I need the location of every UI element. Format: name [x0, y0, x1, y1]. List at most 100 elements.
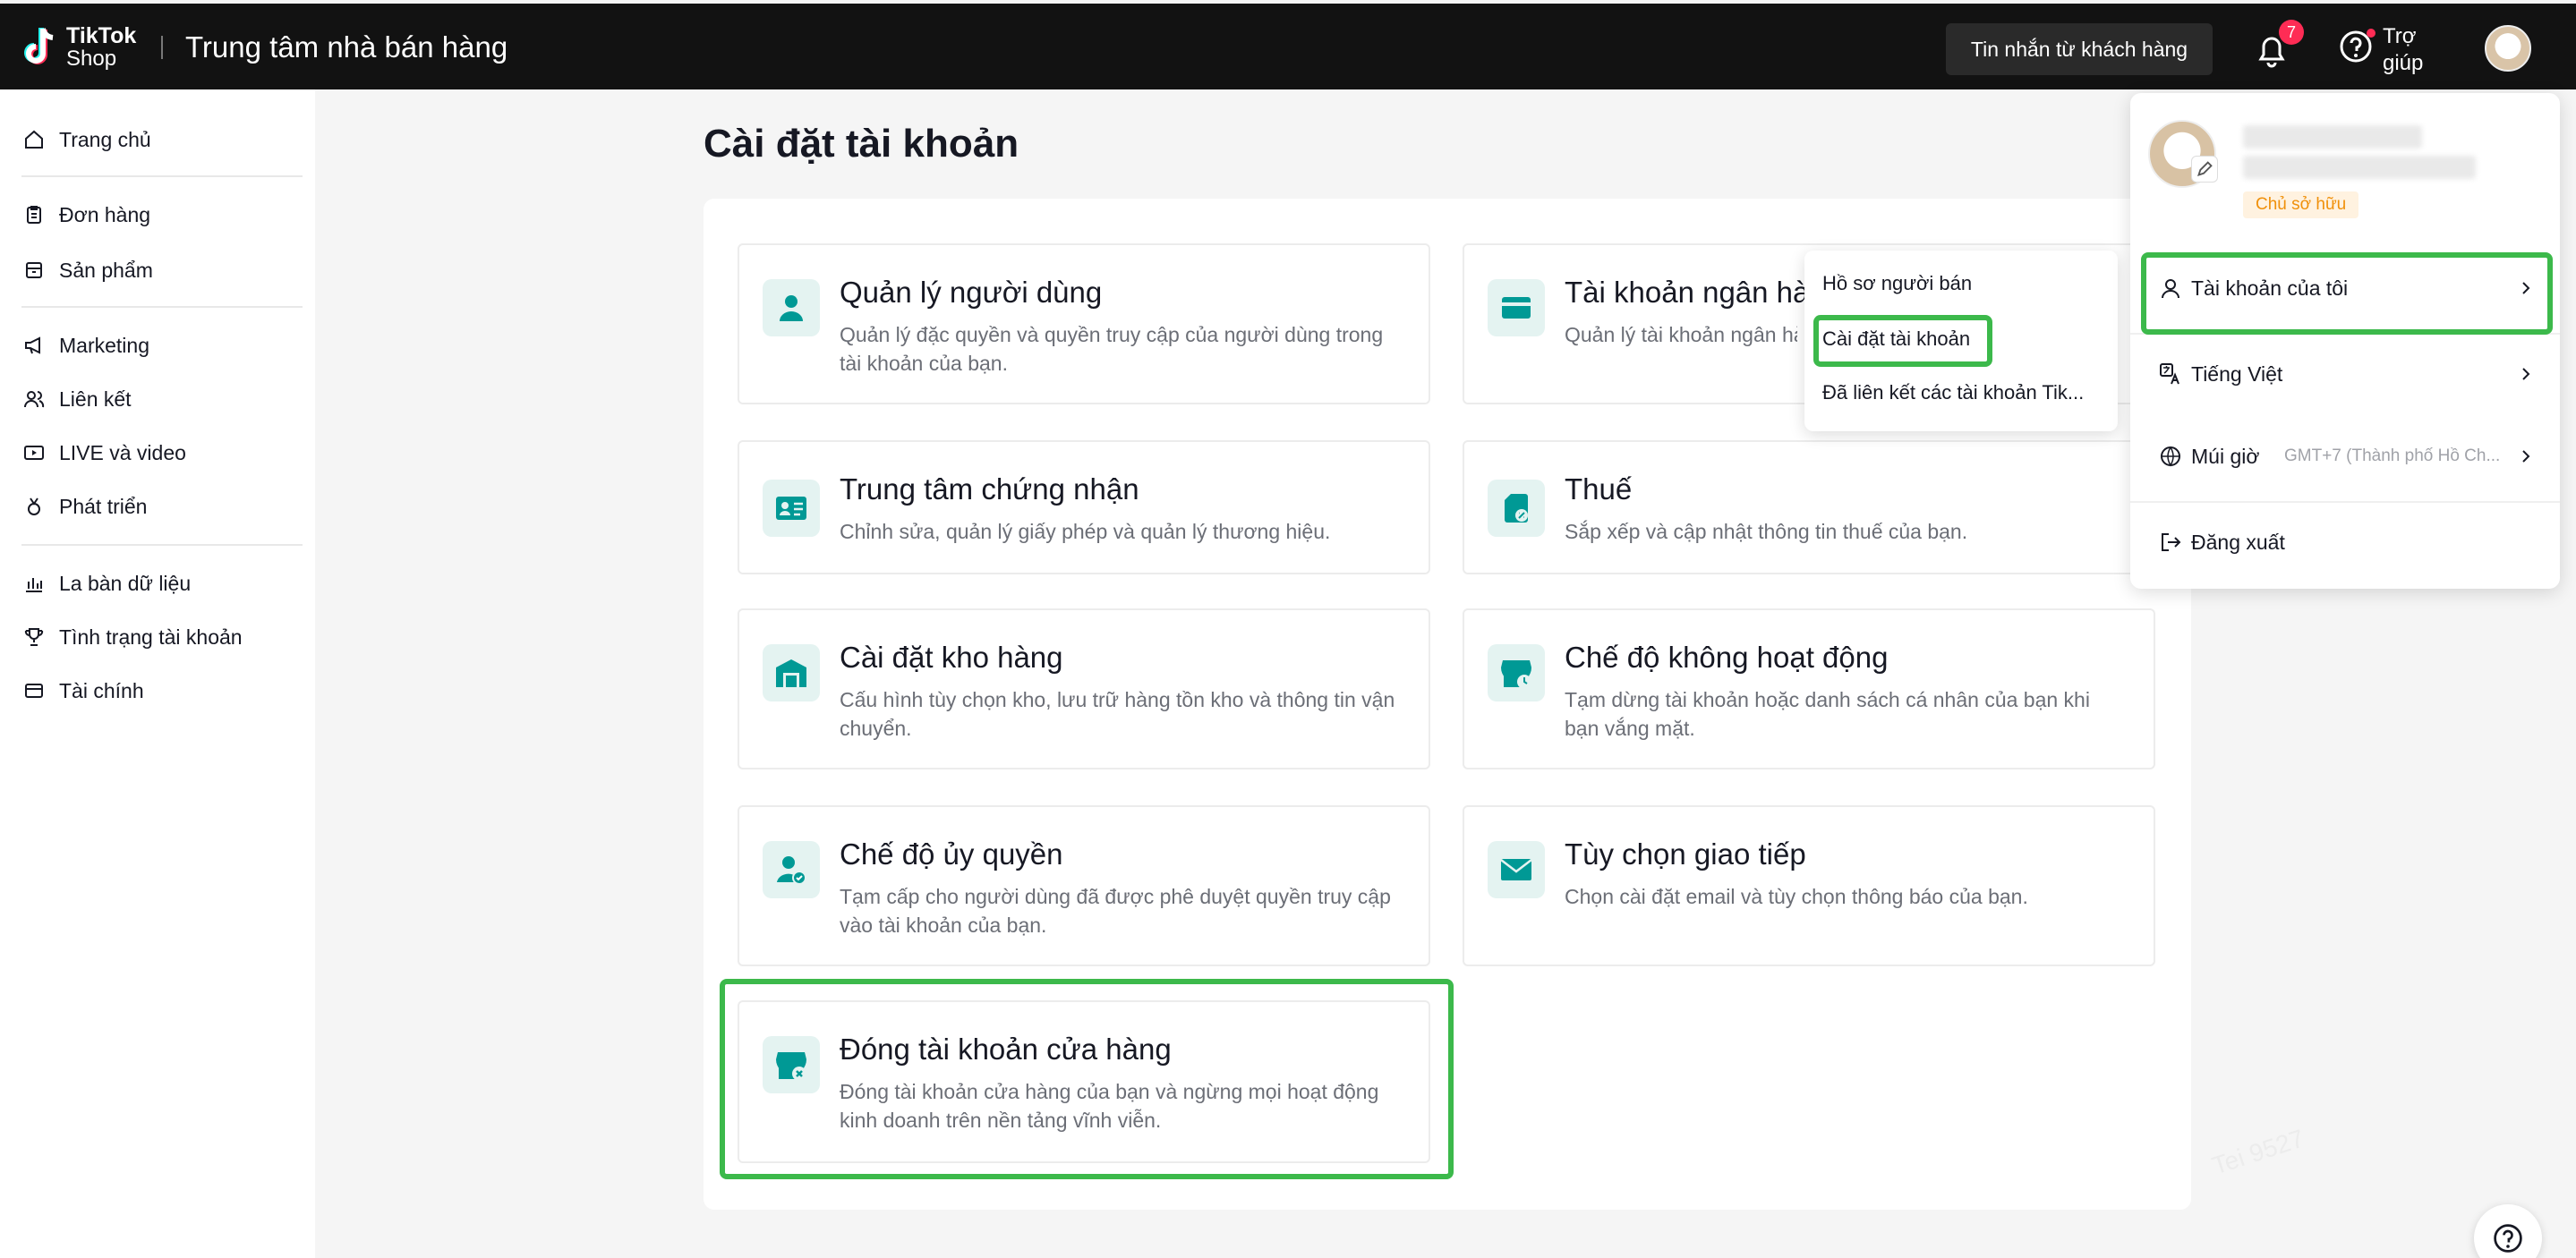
card-title: Chế độ ủy quyền — [840, 837, 1063, 871]
submenu-seller-profile[interactable]: Hồ sơ người bán — [1822, 272, 1972, 295]
brand-bottom: Shop — [66, 47, 117, 71]
card-tax[interactable]: Thuế Sắp xếp và cập nhật thông tin thuế … — [1463, 440, 2155, 574]
user-icon — [780, 295, 803, 321]
sidebar-item-label: La bàn dữ liệu — [59, 571, 192, 595]
trophy-icon — [24, 628, 44, 646]
watermark: Tei 9527 — [2208, 1124, 2307, 1180]
header-divider — [161, 36, 163, 59]
id-card-icon — [776, 497, 806, 520]
card-delegation-mode[interactable]: Chế độ ủy quyền Tạm cấp cho người dùng đ… — [738, 805, 1430, 966]
chevron-right-icon — [2522, 450, 2530, 463]
card-description: Tạm cấp cho người dùng đã được phê duyệt… — [840, 885, 1391, 937]
help-dot — [2367, 29, 2376, 38]
user-check-icon — [777, 856, 806, 885]
card-warehouse-settings[interactable]: Cài đặt kho hàng Cấu hình tùy chọn kho, … — [738, 608, 1430, 769]
menu-logout[interactable]: Đăng xuất — [2130, 508, 2560, 576]
sidebar-item-data-compass[interactable]: La bàn dữ liệu — [23, 565, 191, 601]
sidebar-item-products[interactable]: Sản phẩm — [23, 252, 153, 288]
menu-label: Tiếng Việt — [2191, 361, 2283, 386]
card-description: Chỉnh sửa, quản lý giấy phép và quản lý … — [840, 520, 1331, 543]
translate-icon — [2160, 363, 2179, 385]
sidebar-item-live-video[interactable]: LIVE và video — [23, 435, 186, 471]
card-title: Trung tâm chứng nhận — [840, 472, 1139, 506]
video-icon — [24, 446, 44, 460]
blurred-shop-name — [2243, 125, 2422, 149]
sidebar-item-marketing[interactable]: Marketing — [23, 327, 149, 363]
tiktok-logo-icon — [24, 28, 54, 64]
user-avatar[interactable] — [2485, 25, 2531, 72]
sidebar-item-label: Tình trạng tài khoản — [59, 625, 243, 649]
sidebar-item-affiliate[interactable]: Liên kết — [23, 381, 132, 417]
menu-timezone[interactable]: Múi giờ GMT+7 (Thành phố Hồ Ch... — [2130, 422, 2560, 490]
card-description: Sắp xếp và cập nhật thông tin thuế của b… — [1565, 520, 1968, 543]
notification-badge: 7 — [2279, 20, 2304, 45]
card-description: Quản lý tài khoản ngân hà — [1565, 323, 1797, 346]
sidebar-item-label: Trang chủ — [59, 127, 151, 151]
sidebar-item-label: Marketing — [59, 333, 149, 357]
megaphone-icon — [25, 336, 40, 354]
chevron-right-icon — [2522, 368, 2530, 380]
top-bar: TikTok Shop Trung tâm nhà bán hàng Tin n… — [0, 4, 2576, 89]
account-dropdown: Chủ sở hữu Tài khoản của tôi Tiếng Việt … — [2130, 93, 2560, 589]
help-floating-button[interactable] — [2474, 1204, 2542, 1258]
brand-top: TikTok — [66, 23, 137, 48]
sidebar-item-home[interactable]: Trang chủ — [23, 122, 151, 157]
card-user-management[interactable]: Quản lý người dùng Quản lý đặc quyền và … — [738, 243, 1430, 404]
sidebar-item-label: Tài chính — [59, 678, 144, 702]
customer-messages-button[interactable]: Tin nhắn từ khách hàng — [1946, 23, 2213, 75]
card-description: Cấu hình tùy chọn kho, lưu trữ hàng tồn … — [840, 688, 1395, 740]
sidebar-divider — [21, 306, 303, 308]
sidebar-item-label: LIVE và video — [59, 440, 186, 464]
sidebar-item-finance[interactable]: Tài chính — [23, 673, 144, 709]
highlight-my-account — [2141, 252, 2553, 335]
card-description: Tạm dừng tài khoản hoặc danh sách cá nhâ… — [1565, 688, 2090, 740]
card-title: Tùy chọn giao tiếp — [1565, 837, 1806, 871]
chart-icon — [26, 578, 42, 592]
sidebar-item-label: Liên kết — [59, 387, 132, 411]
medal-icon — [28, 497, 40, 515]
card-communication-preferences[interactable]: Tùy chọn giao tiếp Chọn cài đặt email và… — [1463, 805, 2155, 966]
card-title: Chế độ không hoạt động — [1565, 641, 1889, 674]
card-description: Quản lý đặc quyền và quyền truy cập của … — [840, 323, 1384, 375]
blurred-shop-id — [2243, 156, 2476, 179]
question-icon — [2494, 1224, 2522, 1253]
owner-role-badge: Chủ sở hữu — [2243, 191, 2359, 218]
sidebar: Trang chủ Đơn hàng Sản phẩm Marketing Li… — [0, 89, 315, 1258]
wallet-icon — [25, 684, 43, 698]
store-clock-icon — [1501, 660, 1531, 689]
sidebar-item-account-health[interactable]: Tình trạng tài khoản — [23, 619, 243, 655]
card-title: Thuế — [1565, 472, 1633, 506]
home-icon — [25, 130, 43, 149]
highlight-account-settings — [1813, 315, 1992, 367]
sidebar-divider — [21, 175, 303, 177]
sidebar-item-label: Sản phẩm — [59, 258, 153, 282]
card-title: Cài đặt kho hàng — [840, 641, 1063, 674]
warehouse-icon — [776, 659, 806, 687]
card-title: Tài khoản ngân hà — [1565, 276, 1810, 309]
globe-icon — [2161, 446, 2180, 467]
card-description: Chọn cài đặt email và tùy chọn thông báo… — [1565, 885, 2028, 908]
submenu-linked-tiktok-accounts[interactable]: Đã liên kết các tài khoản Tik... — [1822, 381, 2084, 404]
sidebar-item-growth[interactable]: Phát triển — [23, 489, 147, 524]
sidebar-item-orders[interactable]: Đơn hàng — [23, 197, 150, 233]
card-title: Quản lý người dùng — [840, 276, 1103, 309]
tiktok-shop-logo[interactable]: TikTok Shop — [21, 23, 147, 72]
menu-label: Đăng xuất — [2191, 530, 2285, 554]
sidebar-item-label: Đơn hàng — [59, 202, 151, 226]
box-icon — [26, 262, 42, 278]
card-inactive-mode[interactable]: Chế độ không hoạt động Tạm dừng tài khoả… — [1463, 608, 2155, 769]
sidebar-divider — [21, 544, 303, 546]
help-label[interactable]: Trợ giúp — [2383, 23, 2436, 77]
card-certification-center[interactable]: Trung tâm chứng nhận Chỉnh sửa, quản lý … — [738, 440, 1430, 574]
page-title: Cài đặt tài khoản — [704, 122, 1019, 166]
credit-card-icon — [1502, 297, 1531, 319]
menu-divider — [2130, 501, 2560, 503]
edit-icon[interactable] — [2191, 156, 2218, 183]
highlight-close-shop — [720, 979, 1454, 1179]
timezone-value: GMT+7 (Thành phố Hồ Ch... — [2284, 446, 2501, 465]
menu-language[interactable]: Tiếng Việt — [2130, 340, 2560, 408]
clipboard-icon — [27, 206, 41, 224]
app-title: Trung tâm nhà bán hàng — [185, 30, 508, 64]
envelope-icon — [1500, 859, 1532, 880]
logout-icon — [2162, 533, 2181, 551]
